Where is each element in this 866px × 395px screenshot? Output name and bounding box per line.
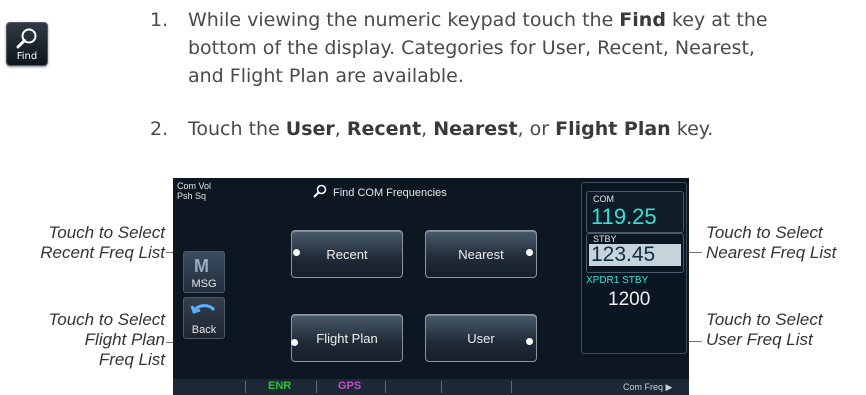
knob-label-line: Psh Sq — [177, 191, 207, 201]
user-button-label: User — [467, 330, 495, 346]
find-key-label: Find — [16, 51, 38, 62]
divider — [441, 381, 442, 393]
divider — [245, 381, 246, 393]
flight-plan-button-label: Flight Plan — [316, 330, 378, 346]
divider — [511, 381, 512, 393]
callout-recent: Touch to Select Recent Freq List — [0, 223, 165, 263]
step-text-line: and Flight Plan are available. — [188, 65, 464, 87]
frequency-panel[interactable]: COM 119.25 STBY 123.45 XPDR1 STBY 1200 — [581, 182, 687, 354]
active-frequency: 119.25 — [591, 204, 657, 229]
back-arrow-icon — [190, 304, 216, 314]
callout-line: Touch to Select — [706, 223, 823, 242]
step-text-segment: , or — [517, 118, 556, 140]
com-label: COM — [593, 194, 614, 204]
flight-plan-button[interactable]: Flight Plan — [291, 314, 403, 362]
squawk-code: 1200 — [608, 289, 651, 310]
callout-line: Recent Freq List — [40, 243, 165, 262]
callout-line: Freq List — [98, 350, 165, 369]
callout-nearest: Touch to Select Nearest Freq List — [706, 223, 866, 263]
back-button[interactable]: Back — [183, 297, 225, 339]
callout-user: Touch to Select User Freq List — [706, 310, 866, 350]
com-freq-softkey[interactable]: Com Freq ▶ — [623, 382, 672, 393]
knob-label-line: Com Vol — [177, 181, 212, 191]
step-text-segment: key at the — [665, 9, 768, 31]
user-button[interactable]: User — [425, 314, 537, 362]
step-text-line: bottom of the display. Categories for Us… — [188, 37, 755, 59]
step-text-segment: , — [334, 118, 347, 140]
callout-dot-user — [526, 338, 533, 345]
divider — [385, 381, 386, 393]
step-2: 2. Touch the User, Recent, Nearest, or F… — [150, 115, 866, 145]
step-text-segment: key. — [670, 118, 714, 140]
com-standby-box[interactable]: STBY 123.45 — [586, 233, 684, 273]
page-title-text: Find COM Frequencies — [333, 187, 447, 199]
xpdr-label: XPDR1 STBY — [586, 275, 649, 286]
step-text-segment: While viewing the numeric keypad touch t… — [188, 9, 620, 31]
callout-line: Touch to Select — [48, 310, 165, 329]
step-1: 1. While viewing the numeric keypad touc… — [150, 6, 866, 92]
msg-button-label: MSG — [191, 278, 217, 290]
standby-frequency: 123.45 — [589, 244, 681, 266]
find-keyword: Find — [619, 9, 666, 31]
divider — [316, 381, 317, 393]
recent-button-label: Recent — [326, 246, 368, 262]
callout-line: Touch to Select — [48, 223, 165, 242]
flight-plan-keyword: Flight Plan — [555, 118, 671, 140]
callout-dot-flight-plan — [291, 339, 298, 346]
msg-button[interactable]: M MSG — [183, 251, 225, 293]
callout-line: Nearest Freq List — [706, 243, 837, 262]
nearest-button[interactable]: Nearest — [425, 230, 537, 278]
step-number: 1. — [150, 9, 169, 31]
callout-dot-recent — [293, 249, 300, 256]
magnifier-icon — [16, 28, 37, 49]
gtn-display: Com Vol Psh Sq Find COM Frequencies M MS… — [173, 178, 689, 395]
back-button-label: Back — [191, 324, 217, 336]
user-keyword: User — [285, 118, 335, 140]
nearest-keyword: Nearest — [433, 118, 518, 140]
page-title: Find COM Frequencies — [313, 184, 447, 199]
callout-line: Touch to Select — [706, 310, 823, 329]
message-icon: M — [194, 256, 209, 276]
recent-button[interactable]: Recent — [291, 230, 403, 278]
callout-dot-nearest — [526, 249, 533, 256]
com-volume-knob-label: Com Vol Psh Sq — [177, 181, 211, 201]
step-text-segment: Touch the — [188, 118, 286, 140]
step-text-segment: , — [421, 118, 434, 140]
enr-indicator: ENR — [268, 380, 292, 392]
find-key-icon: Find — [6, 22, 48, 66]
step-text: Touch the User, Recent, Nearest, or Flig… — [188, 115, 713, 143]
search-icon — [313, 184, 327, 198]
gps-indicator: GPS — [338, 380, 362, 392]
step-number: 2. — [150, 118, 169, 140]
callout-line: Flight Plan — [84, 330, 165, 349]
bottom-status-bar: ENR GPS Com Freq ▶ — [173, 379, 689, 395]
callout-flight-plan: Touch to Select Flight Plan Freq List — [0, 310, 165, 370]
nearest-button-label: Nearest — [458, 246, 504, 262]
recent-keyword: Recent — [346, 118, 422, 140]
com-active-box[interactable]: COM 119.25 — [586, 191, 684, 233]
step-text: While viewing the numeric keypad touch t… — [188, 6, 768, 90]
callout-line: User Freq List — [706, 330, 813, 349]
